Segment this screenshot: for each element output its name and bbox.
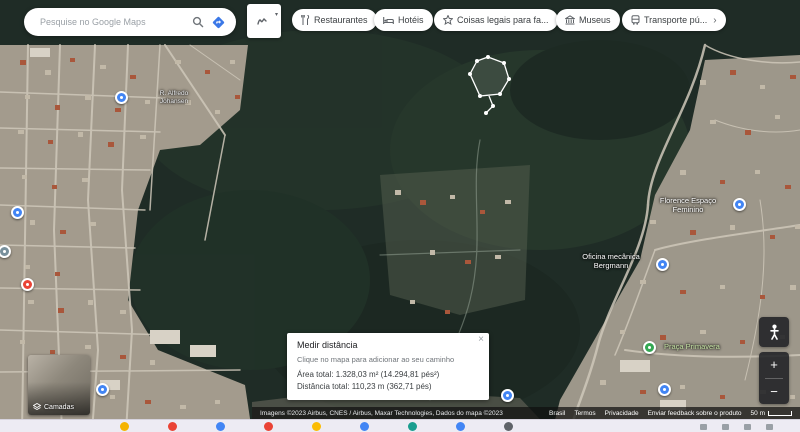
system-tray-icon[interactable] <box>700 424 707 430</box>
layers-label: Camadas <box>33 403 74 411</box>
scale-bar <box>768 410 792 416</box>
link-region[interactable]: Brasil <box>549 410 565 417</box>
taskbar-app-icon[interactable] <box>360 422 369 431</box>
system-tray-icon[interactable] <box>766 424 773 430</box>
taskbar-app-icon[interactable] <box>120 422 129 431</box>
map-marker-blue[interactable] <box>656 258 669 271</box>
taskbar-app-icon[interactable] <box>312 422 321 431</box>
poi-label-oficina[interactable]: Oficina mecânica Bergmann <box>572 252 650 271</box>
chip-museums[interactable]: Museus <box>556 9 620 31</box>
measure-area-value: Área total: 1.328,03 m² (14.294,81 pés²) <box>297 370 440 379</box>
zoom-in-button[interactable]: + <box>759 352 789 378</box>
search-icon[interactable] <box>188 12 208 32</box>
scribble-icon <box>257 18 267 25</box>
search-input[interactable] <box>38 16 188 28</box>
museum-icon <box>565 15 575 25</box>
zoom-control: + − <box>759 352 789 404</box>
system-tray-icon[interactable] <box>722 424 729 430</box>
link-privacy[interactable]: Privacidade <box>605 410 639 417</box>
chip-label: Coisas legais para fa... <box>457 15 549 25</box>
map-marker-blue[interactable] <box>115 91 128 104</box>
poi-label-florence[interactable]: Florence Espaço Feminino <box>648 196 728 215</box>
chip-hotels[interactable]: Hotéis <box>374 9 433 31</box>
system-tray-icon[interactable] <box>744 424 751 430</box>
chip-label: Restaurantes <box>314 15 368 25</box>
taskbar-app-icon[interactable] <box>504 422 513 431</box>
chevron-right-icon[interactable]: › <box>713 15 716 26</box>
measure-distance-card: × Medir distância Clique no mapa para ad… <box>287 333 489 400</box>
search-bar <box>24 8 236 36</box>
taskbar-app-icon[interactable] <box>264 422 273 431</box>
chip-restaurants[interactable]: Restaurantes <box>292 9 377 31</box>
chip-attractions[interactable]: Coisas legais para fa... <box>434 9 558 31</box>
map-marker-blue[interactable] <box>733 198 746 211</box>
map-marker-green[interactable] <box>643 341 656 354</box>
layers-minimap[interactable]: Camadas <box>28 355 90 415</box>
zoom-out-button[interactable]: − <box>759 379 789 405</box>
attractions-icon <box>443 15 453 25</box>
taskbar-app-icon[interactable] <box>408 422 417 431</box>
taskbar <box>0 419 800 432</box>
directions-icon[interactable] <box>208 12 228 32</box>
link-terms[interactable]: Termos <box>574 410 595 417</box>
taskbar-app-icon[interactable] <box>216 422 225 431</box>
restaurant-icon <box>301 15 310 25</box>
scale-control[interactable]: 50 m <box>751 410 792 417</box>
pegman-icon <box>769 324 779 340</box>
attribution-bar: Imagens ©2023 Airbus, CNES / Airbus, Max… <box>252 407 800 419</box>
taskbar-app-icon[interactable] <box>456 422 465 431</box>
chip-label: Museus <box>579 15 611 25</box>
link-feedback[interactable]: Enviar feedback sobre o produto <box>648 410 742 417</box>
street-label: R. Alfredo Johansen <box>159 90 189 106</box>
transit-icon <box>631 15 640 25</box>
google-maps-window: Florence Espaço Feminino Oficina mecânic… <box>0 0 800 432</box>
measure-card-title: Medir distância <box>297 340 358 350</box>
chip-transit[interactable]: Transporte pú... › <box>622 9 726 31</box>
hotel-icon <box>383 16 394 24</box>
map-marker-red[interactable] <box>21 278 34 291</box>
measure-card-hint: Clique no mapa para adicionar ao seu cam… <box>297 355 455 364</box>
imagery-credit: Imagens ©2023 Airbus, CNES / Airbus, Max… <box>260 409 503 417</box>
scale-text: 50 m <box>750 409 765 417</box>
pegman-button[interactable] <box>759 317 789 347</box>
map-tool-button[interactable]: ▾ <box>247 4 281 38</box>
layers-icon <box>33 403 41 411</box>
map-marker-blue[interactable] <box>501 389 514 402</box>
chip-label: Transporte pú... <box>644 15 708 25</box>
chip-label: Hotéis <box>398 15 424 25</box>
map-marker-blue[interactable] <box>658 383 671 396</box>
map-marker-blue[interactable] <box>11 206 24 219</box>
measure-distance-value: Distância total: 110,23 m (362,71 pés) <box>297 382 432 391</box>
caret-icon: ▾ <box>274 12 278 18</box>
poi-label-park[interactable]: Praça Primavera <box>664 342 736 351</box>
map-marker-blue[interactable] <box>96 383 109 396</box>
close-icon[interactable]: × <box>478 335 484 345</box>
taskbar-app-icon[interactable] <box>168 422 177 431</box>
